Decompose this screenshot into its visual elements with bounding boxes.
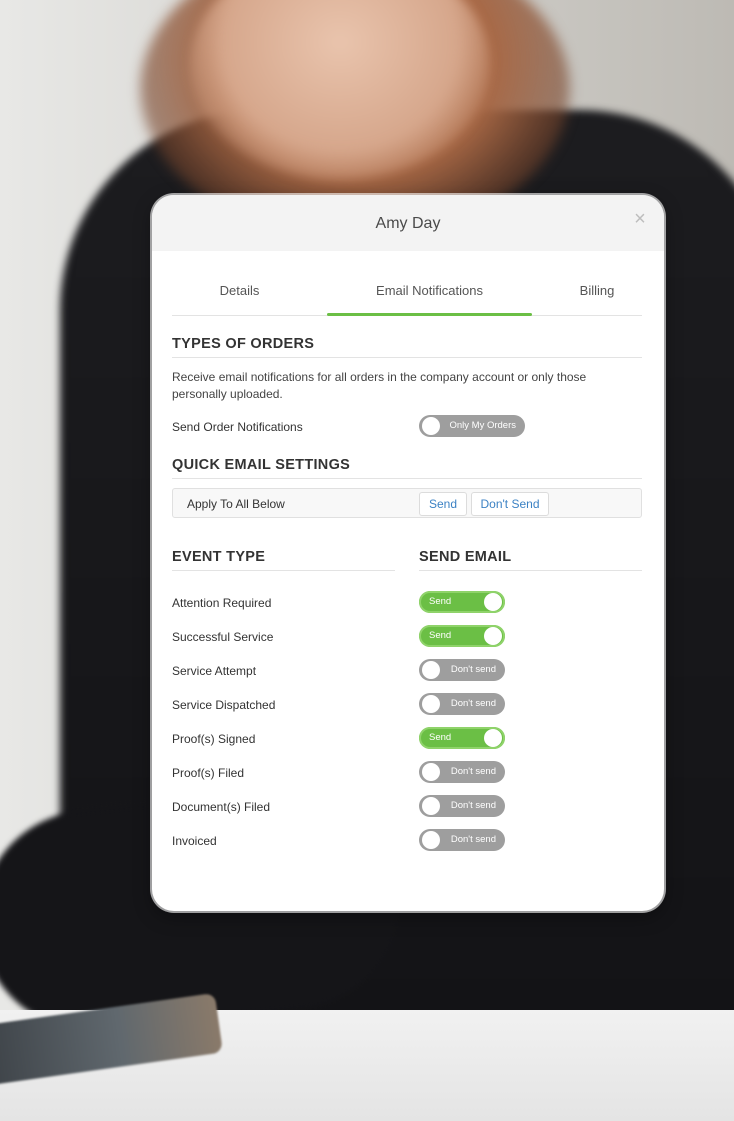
modal-header: Amy Day × — [152, 195, 664, 251]
event-label: Invoiced — [172, 834, 217, 848]
toggle-text: Send — [429, 630, 452, 641]
dont-send-all-button[interactable]: Don't Send — [471, 492, 549, 516]
toggle-knob — [422, 763, 440, 781]
event-label: Service Dispatched — [172, 698, 276, 712]
toggle-text: Send — [429, 596, 452, 607]
divider — [172, 570, 395, 571]
event-toggle-service-dispatched[interactable]: Don't send — [419, 693, 505, 715]
toggle-text: Only My Orders — [449, 420, 516, 431]
divider — [172, 357, 642, 358]
event-label: Service Attempt — [172, 664, 257, 678]
user-settings-modal: Amy Day × Details Email Notifications Bi… — [152, 195, 664, 911]
event-type-header: EVENT TYPE — [172, 549, 266, 565]
send-all-button[interactable]: Send — [419, 492, 467, 516]
apply-to-all-label: Apply To All Below — [187, 497, 285, 511]
quick-email-settings-title: QUICK EMAIL SETTINGS — [172, 457, 351, 473]
toggle-knob — [484, 627, 502, 645]
event-label: Proof(s) Filed — [172, 766, 245, 780]
toggle-text: Don't send — [450, 834, 496, 845]
toggle-knob — [422, 661, 440, 679]
toggle-knob — [422, 797, 440, 815]
event-toggle-successful-service[interactable]: Send — [419, 625, 505, 647]
toggle-text: Don't send — [450, 766, 496, 777]
tab-billing[interactable]: Billing — [542, 283, 652, 298]
send-email-header: SEND EMAIL — [419, 549, 512, 565]
event-label: Document(s) Filed — [172, 800, 271, 814]
event-label: Successful Service — [172, 630, 274, 644]
event-label: Proof(s) Signed — [172, 732, 256, 746]
event-toggle-documents-filed[interactable]: Don't send — [419, 795, 505, 817]
tab-details[interactable]: Details — [172, 283, 307, 298]
send-order-notifications-label: Send Order Notifications — [172, 420, 303, 434]
close-icon[interactable]: × — [630, 209, 650, 229]
order-notifications-toggle[interactable]: Only My Orders — [419, 415, 525, 437]
toggle-knob — [422, 417, 440, 435]
toggle-knob — [422, 695, 440, 713]
toggle-text: Send — [429, 732, 452, 743]
toggle-text: Don't send — [450, 698, 496, 709]
tab-email-notifications[interactable]: Email Notifications — [327, 283, 532, 298]
apply-all-bar: Apply To All Below Send Don't Send — [172, 488, 642, 518]
event-toggle-proofs-signed[interactable]: Send — [419, 727, 505, 749]
divider — [419, 570, 642, 571]
event-toggle-proofs-filed[interactable]: Don't send — [419, 761, 505, 783]
toggle-knob — [484, 729, 502, 747]
toggle-text: Don't send — [450, 664, 496, 675]
event-toggle-service-attempt[interactable]: Don't send — [419, 659, 505, 681]
toggle-text: Don't send — [450, 800, 496, 811]
modal-title: Amy Day — [375, 215, 441, 232]
types-of-orders-title: TYPES OF ORDERS — [172, 336, 315, 352]
active-tab-indicator — [327, 313, 532, 316]
toggle-knob — [484, 593, 502, 611]
event-toggle-invoiced[interactable]: Don't send — [419, 829, 505, 851]
toggle-knob — [422, 831, 440, 849]
divider — [172, 478, 642, 479]
types-of-orders-description: Receive email notifications for all orde… — [172, 370, 587, 401]
tab-bar: Details Email Notifications Billing — [172, 275, 642, 316]
event-label: Attention Required — [172, 596, 272, 610]
event-toggle-attention-required[interactable]: Send — [419, 591, 505, 613]
